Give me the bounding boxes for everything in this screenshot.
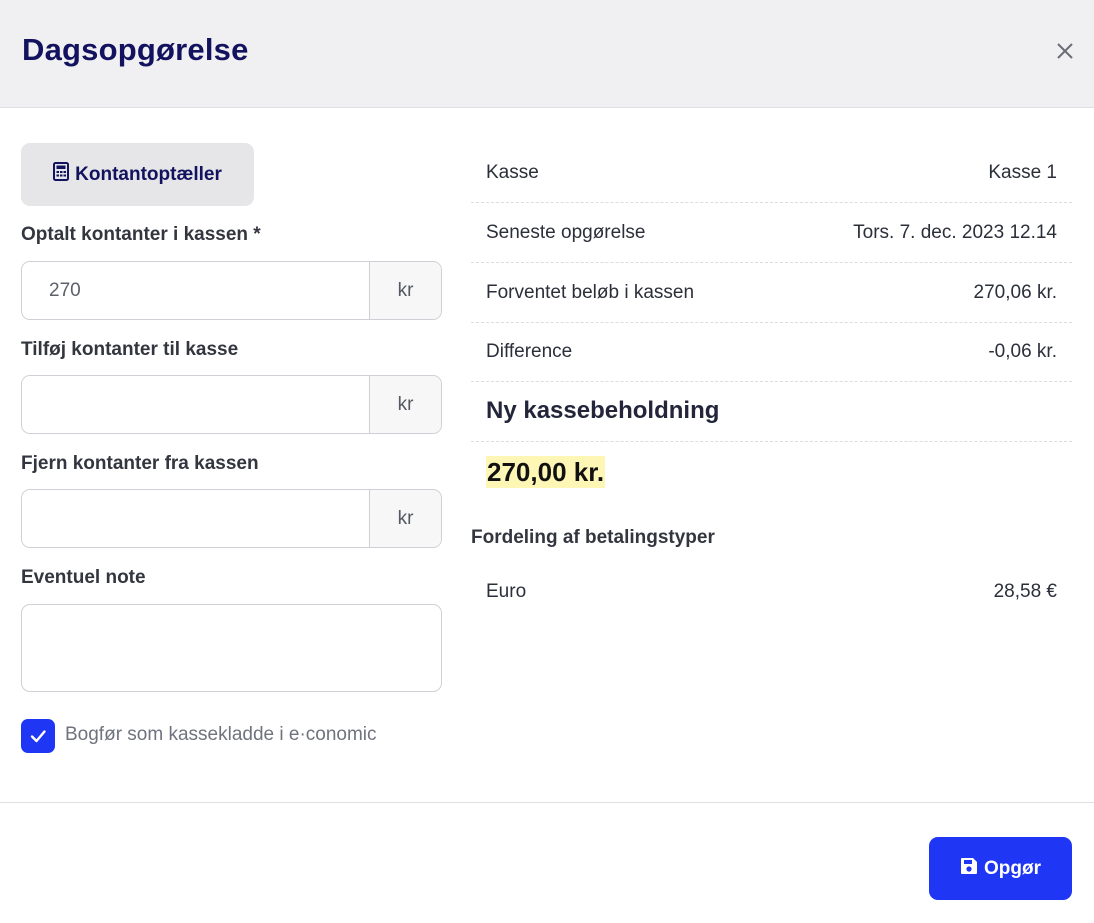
new-balance-title: Ny kassebeholdning: [471, 381, 1072, 442]
counted-cash-group: kr: [21, 261, 442, 320]
cash-counter-button[interactable]: Kontantoptæller: [21, 143, 254, 206]
cash-counter-label: Kontantoptæller: [75, 163, 222, 185]
payment-label: Euro: [486, 581, 527, 602]
checkmark-icon: [30, 730, 46, 743]
new-balance-value: 270,00 kr.: [486, 456, 606, 488]
add-cash-label: Tilføj kontanter til kasse: [21, 339, 239, 360]
note-label: Eventuel note: [21, 567, 146, 588]
remove-cash-group: kr: [21, 489, 442, 548]
counted-cash-label: Optalt kontanter i kassen *: [21, 224, 261, 245]
summary-row-value: -0,06 kr.: [988, 340, 1057, 362]
add-cash-group: kr: [21, 375, 442, 434]
remove-cash-input[interactable]: [22, 490, 369, 547]
summary-row-difference: Difference -0,06 kr.: [471, 322, 1072, 382]
note-textarea[interactable]: [21, 604, 442, 692]
summary-row-label: Forventet beløb i kassen: [486, 281, 695, 303]
summary-row-register: Kasse Kasse 1: [471, 143, 1072, 203]
currency-addon: kr: [369, 376, 441, 433]
summary-row-label: Kasse: [486, 161, 539, 183]
summary-row-value: Tors. 7. dec. 2023 12.14: [853, 221, 1057, 243]
payment-row-euro: Euro 28,58 €: [471, 572, 1072, 612]
footer-divider: [0, 802, 1094, 803]
settle-button-label: Opgør: [984, 857, 1041, 879]
summary-row-value: Kasse 1: [988, 161, 1057, 183]
payment-value: 28,58 €: [993, 581, 1057, 602]
summary-row-value: 270,06 kr.: [973, 281, 1057, 303]
payment-types-title: Fordeling af betalingstyper: [471, 527, 715, 548]
book-entry-label: Bogfør som kassekladde i e·conomic: [65, 724, 377, 745]
counted-cash-input[interactable]: [22, 262, 369, 319]
currency-addon: kr: [369, 490, 441, 547]
summary-row-label: Seneste opgørelse: [486, 221, 646, 243]
modal-title: Dagsopgørelse: [22, 32, 249, 67]
settle-button[interactable]: Opgør: [929, 837, 1072, 900]
book-entry-checkbox[interactable]: [21, 719, 55, 753]
save-icon: [960, 857, 978, 881]
summary-row-label: Difference: [486, 340, 573, 362]
summary-row-last-settlement: Seneste opgørelse Tors. 7. dec. 2023 12.…: [471, 203, 1072, 263]
add-cash-input[interactable]: [22, 376, 369, 433]
currency-addon: kr: [369, 262, 441, 319]
close-icon[interactable]: [1054, 40, 1076, 62]
calculator-icon: [53, 162, 70, 187]
modal-header: Dagsopgørelse: [0, 0, 1094, 108]
summary-row-expected: Forventet beløb i kassen 270,06 kr.: [471, 263, 1072, 323]
remove-cash-label: Fjern kontanter fra kassen: [21, 453, 259, 474]
